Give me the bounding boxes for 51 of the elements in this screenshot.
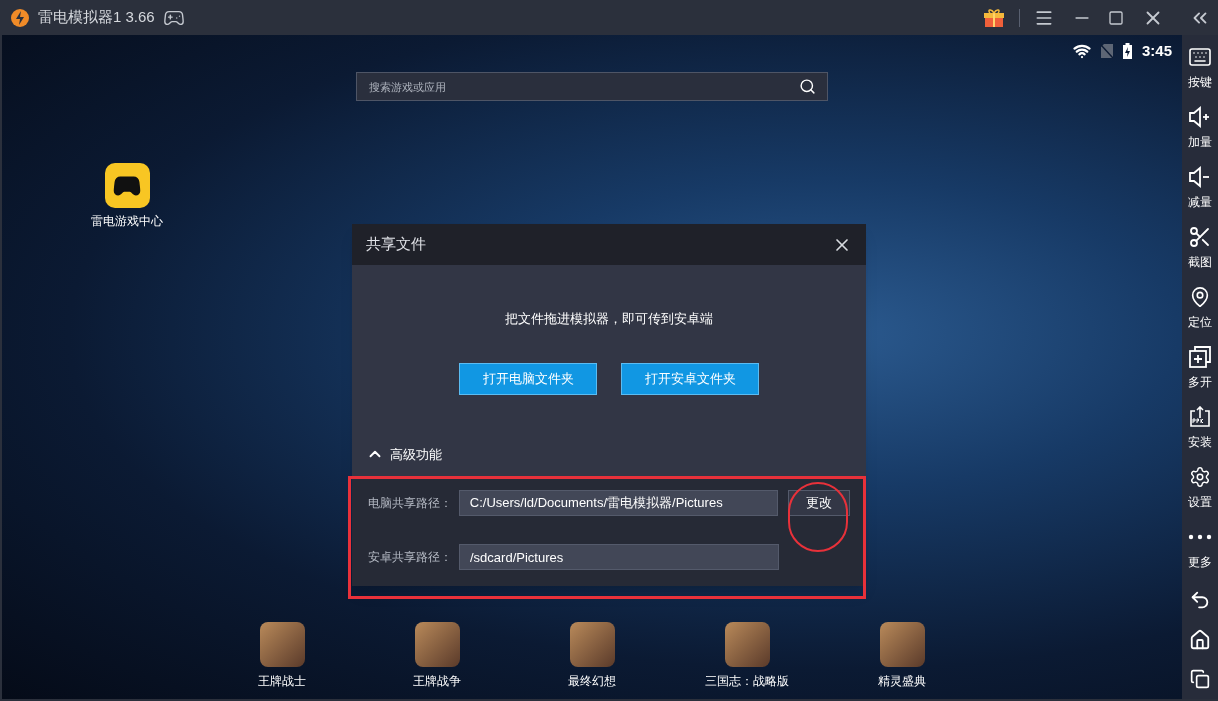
sidebar-button[interactable]: 定位 [1182, 285, 1218, 345]
dialog-message: 把文件拖进模拟器，即可传到安卓端 [505, 310, 713, 328]
sidebar-button[interactable]: 更多 [1182, 525, 1218, 585]
app-label: 雷电游戏中心 [91, 213, 163, 230]
search-field[interactable]: 搜索游戏或应用 [356, 72, 828, 101]
app-icon-placeholder[interactable] [569, 622, 615, 667]
app-icon-placeholder[interactable] [879, 622, 925, 667]
multi-window-icon [1189, 346, 1211, 368]
map-pin-icon [1189, 286, 1211, 308]
gift-icon[interactable] [983, 7, 1005, 28]
sidebar-button[interactable]: 设置 [1182, 465, 1218, 525]
app-icon-placeholder[interactable] [259, 622, 305, 667]
search-icon[interactable] [799, 78, 816, 95]
volume-down-icon [1188, 166, 1212, 188]
scissors-icon [1188, 225, 1212, 249]
window-title: 雷电模拟器1 3.66 [38, 7, 155, 28]
app-icon-placeholder[interactable] [414, 622, 460, 667]
sidebar-button[interactable]: 按键 [1182, 45, 1218, 105]
sidebar-button[interactable]: 加量 [1182, 105, 1218, 165]
settings-icon [1189, 466, 1211, 488]
sidebar-button[interactable]: 安装 [1182, 405, 1218, 465]
app-icon-placeholder[interactable] [724, 622, 770, 667]
keyboard-icon [1188, 45, 1212, 69]
recent-apps-icon[interactable] [1190, 669, 1210, 689]
battery-charging-icon [1122, 43, 1132, 59]
wifi-icon [1072, 42, 1091, 60]
sidebar-button[interactable]: 多开 [1182, 345, 1218, 405]
path-field[interactable]: /sdcard/Pictures [459, 544, 779, 570]
volume-up-icon [1188, 106, 1212, 128]
back-icon[interactable] [1189, 589, 1211, 611]
change-button[interactable]: 更改 [788, 490, 850, 516]
lightning-logo-icon [10, 7, 30, 28]
status-time: 3:45 [1141, 40, 1172, 61]
app-label: 王牌战争 [413, 673, 461, 690]
app-label: 最终幻想 [568, 673, 616, 690]
app-label: 王牌战士 [258, 673, 306, 690]
game-center-app-icon[interactable] [104, 163, 150, 208]
no-sim-icon [1100, 44, 1113, 58]
dialog-title: 共享文件 [366, 234, 426, 255]
path-field[interactable]: C:/Users/ld/Documents/雷电模拟器/Pictures [458, 490, 779, 516]
sidebar-button[interactable]: 截图 [1182, 225, 1218, 285]
more-icon [1188, 534, 1212, 540]
maximize-icon[interactable] [1108, 9, 1124, 26]
sidebar-button[interactable]: 减量 [1182, 165, 1218, 225]
app-label: 三国志：战略版 [705, 673, 789, 690]
home-icon[interactable] [1189, 629, 1211, 651]
field-label: 电脑共享路径： [368, 495, 453, 512]
apk-upload-icon [1189, 406, 1211, 428]
field-label: 安卓共享路径： [368, 549, 453, 566]
advanced-toggle[interactable]: 高级功能 [366, 444, 442, 464]
app-label: 精灵盛典 [878, 673, 926, 690]
